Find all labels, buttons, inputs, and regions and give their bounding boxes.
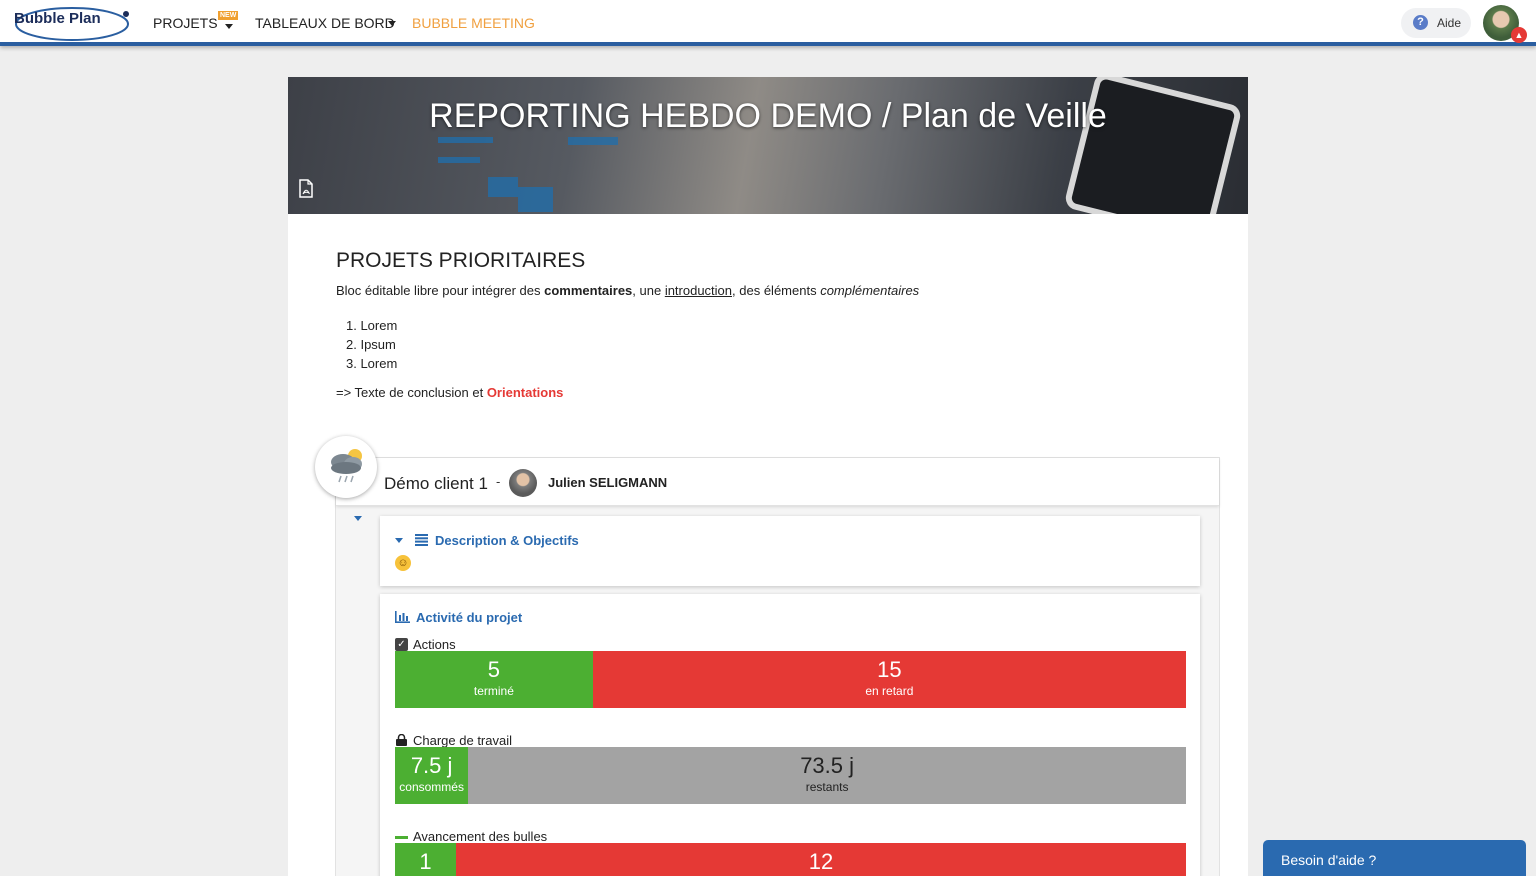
activity-panel: Activité du projet ✓ Actions 5 terminé 1… xyxy=(380,594,1200,876)
actions-done-value: 5 xyxy=(487,657,500,682)
activity-heading: Activité du projet xyxy=(416,610,523,625)
new-badge: NEW xyxy=(218,11,239,20)
intro-text: Bloc éditable libre pour intégrer des co… xyxy=(336,283,919,298)
section-title: PROJETS PRIORITAIRES xyxy=(336,249,586,272)
workload-remaining-label: restants xyxy=(805,780,849,794)
intro-underline: introduction xyxy=(664,283,733,298)
description-panel: Description & Objectifs ☺ xyxy=(380,516,1200,586)
intro-part: , une xyxy=(632,283,665,298)
banner-decoration xyxy=(438,137,493,143)
list-item: 2. Ipsum xyxy=(346,337,396,352)
client-name[interactable]: Démo client 1 xyxy=(384,474,488,494)
bubbles-remaining-segment[interactable]: 12 xyxy=(455,843,1186,876)
bubbles-label: Avancement des bulles xyxy=(413,829,548,844)
report-card: REPORTING HEBDO DEMO / Plan de Veille PR… xyxy=(288,77,1248,876)
project-block: Démo client 1 - Julien SELIGMANN Descrip… xyxy=(335,457,1220,876)
workload-bar: 7.5 j consommés 73.5 j restants xyxy=(395,747,1186,804)
owner-name: Julien SELIGMANN xyxy=(548,475,668,490)
bubbles-bar: 1 12 xyxy=(395,843,1186,876)
notification-bell-icon[interactable]: ▲ xyxy=(1511,27,1527,43)
smile-emoji-icon: ☺ xyxy=(395,555,411,571)
actions-late-label: en retard xyxy=(865,684,914,698)
question-icon: ? xyxy=(1413,15,1428,30)
intro-part: Bloc éditable libre pour intégrer des xyxy=(336,283,545,298)
lock-icon xyxy=(396,734,407,746)
report-title: REPORTING HEBDO DEMO / Plan de Veille xyxy=(429,97,1107,135)
help-chat-button[interactable]: Besoin d'aide ? xyxy=(1263,840,1526,876)
separator: - xyxy=(496,474,501,489)
banner-decoration xyxy=(568,137,618,145)
actions-bar: 5 terminé 15 en retard xyxy=(395,651,1186,708)
description-heading[interactable]: Description & Objectifs xyxy=(435,533,579,548)
minus-icon xyxy=(395,836,408,839)
bubbles-done-value: 1 xyxy=(419,849,432,874)
banner-decoration xyxy=(518,187,553,212)
list-item: 1. Lorem xyxy=(346,318,398,333)
nav-tableaux-de-bord[interactable]: TABLEAUX DE BORD xyxy=(255,15,395,31)
nav-bubble-meeting[interactable]: BUBBLE MEETING xyxy=(412,15,535,31)
workload-remaining-segment[interactable]: 73.5 j restants xyxy=(468,747,1186,804)
collapse-chevron-down-icon[interactable] xyxy=(354,516,362,521)
banner-decoration xyxy=(488,177,518,197)
conclusion-prefix: => Texte de conclusion et xyxy=(336,385,487,400)
banner-decoration xyxy=(438,157,480,163)
top-navbar: Bubble Plan PROJETS NEW TABLEAUX DE BORD… xyxy=(0,0,1536,46)
intro-italic: complémentaires xyxy=(820,283,920,298)
weather-cloudy-icon[interactable] xyxy=(315,436,377,498)
tableaux-chevron-down-icon[interactable] xyxy=(388,21,396,26)
bar-chart-icon xyxy=(395,611,410,623)
logo-text: Bubble Plan xyxy=(14,10,101,27)
projets-chevron-down-icon[interactable] xyxy=(225,24,233,29)
workload-consumed-label: consommés xyxy=(399,780,464,794)
bubbles-remaining-value: 12 xyxy=(808,849,834,874)
help-button[interactable]: ? Aide xyxy=(1401,8,1471,38)
actions-late-segment[interactable]: 15 en retard xyxy=(592,651,1186,708)
weather-storm-icon xyxy=(331,449,362,483)
bubbles-done-segment[interactable]: 1 xyxy=(395,843,456,876)
intro-part: , des éléments xyxy=(732,283,821,298)
list-icon xyxy=(415,534,428,546)
conclusion-text: => Texte de conclusion et Orientations xyxy=(336,385,563,400)
owner-avatar xyxy=(509,469,537,497)
report-banner: REPORTING HEBDO DEMO / Plan de Veille xyxy=(288,77,1248,214)
workload-consumed-segment[interactable]: 7.5 j consommés xyxy=(395,747,469,804)
list-item: 3. Lorem xyxy=(346,356,398,371)
actions-done-label: terminé xyxy=(473,684,514,698)
conclusion-highlight: Orientations xyxy=(486,385,564,400)
actions-label: Actions xyxy=(413,637,456,652)
actions-done-segment[interactable]: 5 terminé xyxy=(395,651,593,708)
workload-label: Charge de travail xyxy=(413,733,512,748)
description-chevron-down-icon[interactable] xyxy=(395,538,403,543)
pdf-icon[interactable] xyxy=(298,179,314,198)
nav-projets[interactable]: PROJETS xyxy=(153,15,218,31)
workload-consumed-value: 7.5 j xyxy=(410,753,453,778)
workload-remaining-value: 73.5 j xyxy=(800,753,855,778)
actions-late-value: 15 xyxy=(877,657,902,682)
intro-bold: commentaires xyxy=(544,283,633,298)
help-label: Aide xyxy=(1437,16,1462,30)
checkbox-icon: ✓ xyxy=(395,638,408,651)
project-header[interactable]: Démo client 1 - Julien SELIGMANN xyxy=(336,458,1219,506)
